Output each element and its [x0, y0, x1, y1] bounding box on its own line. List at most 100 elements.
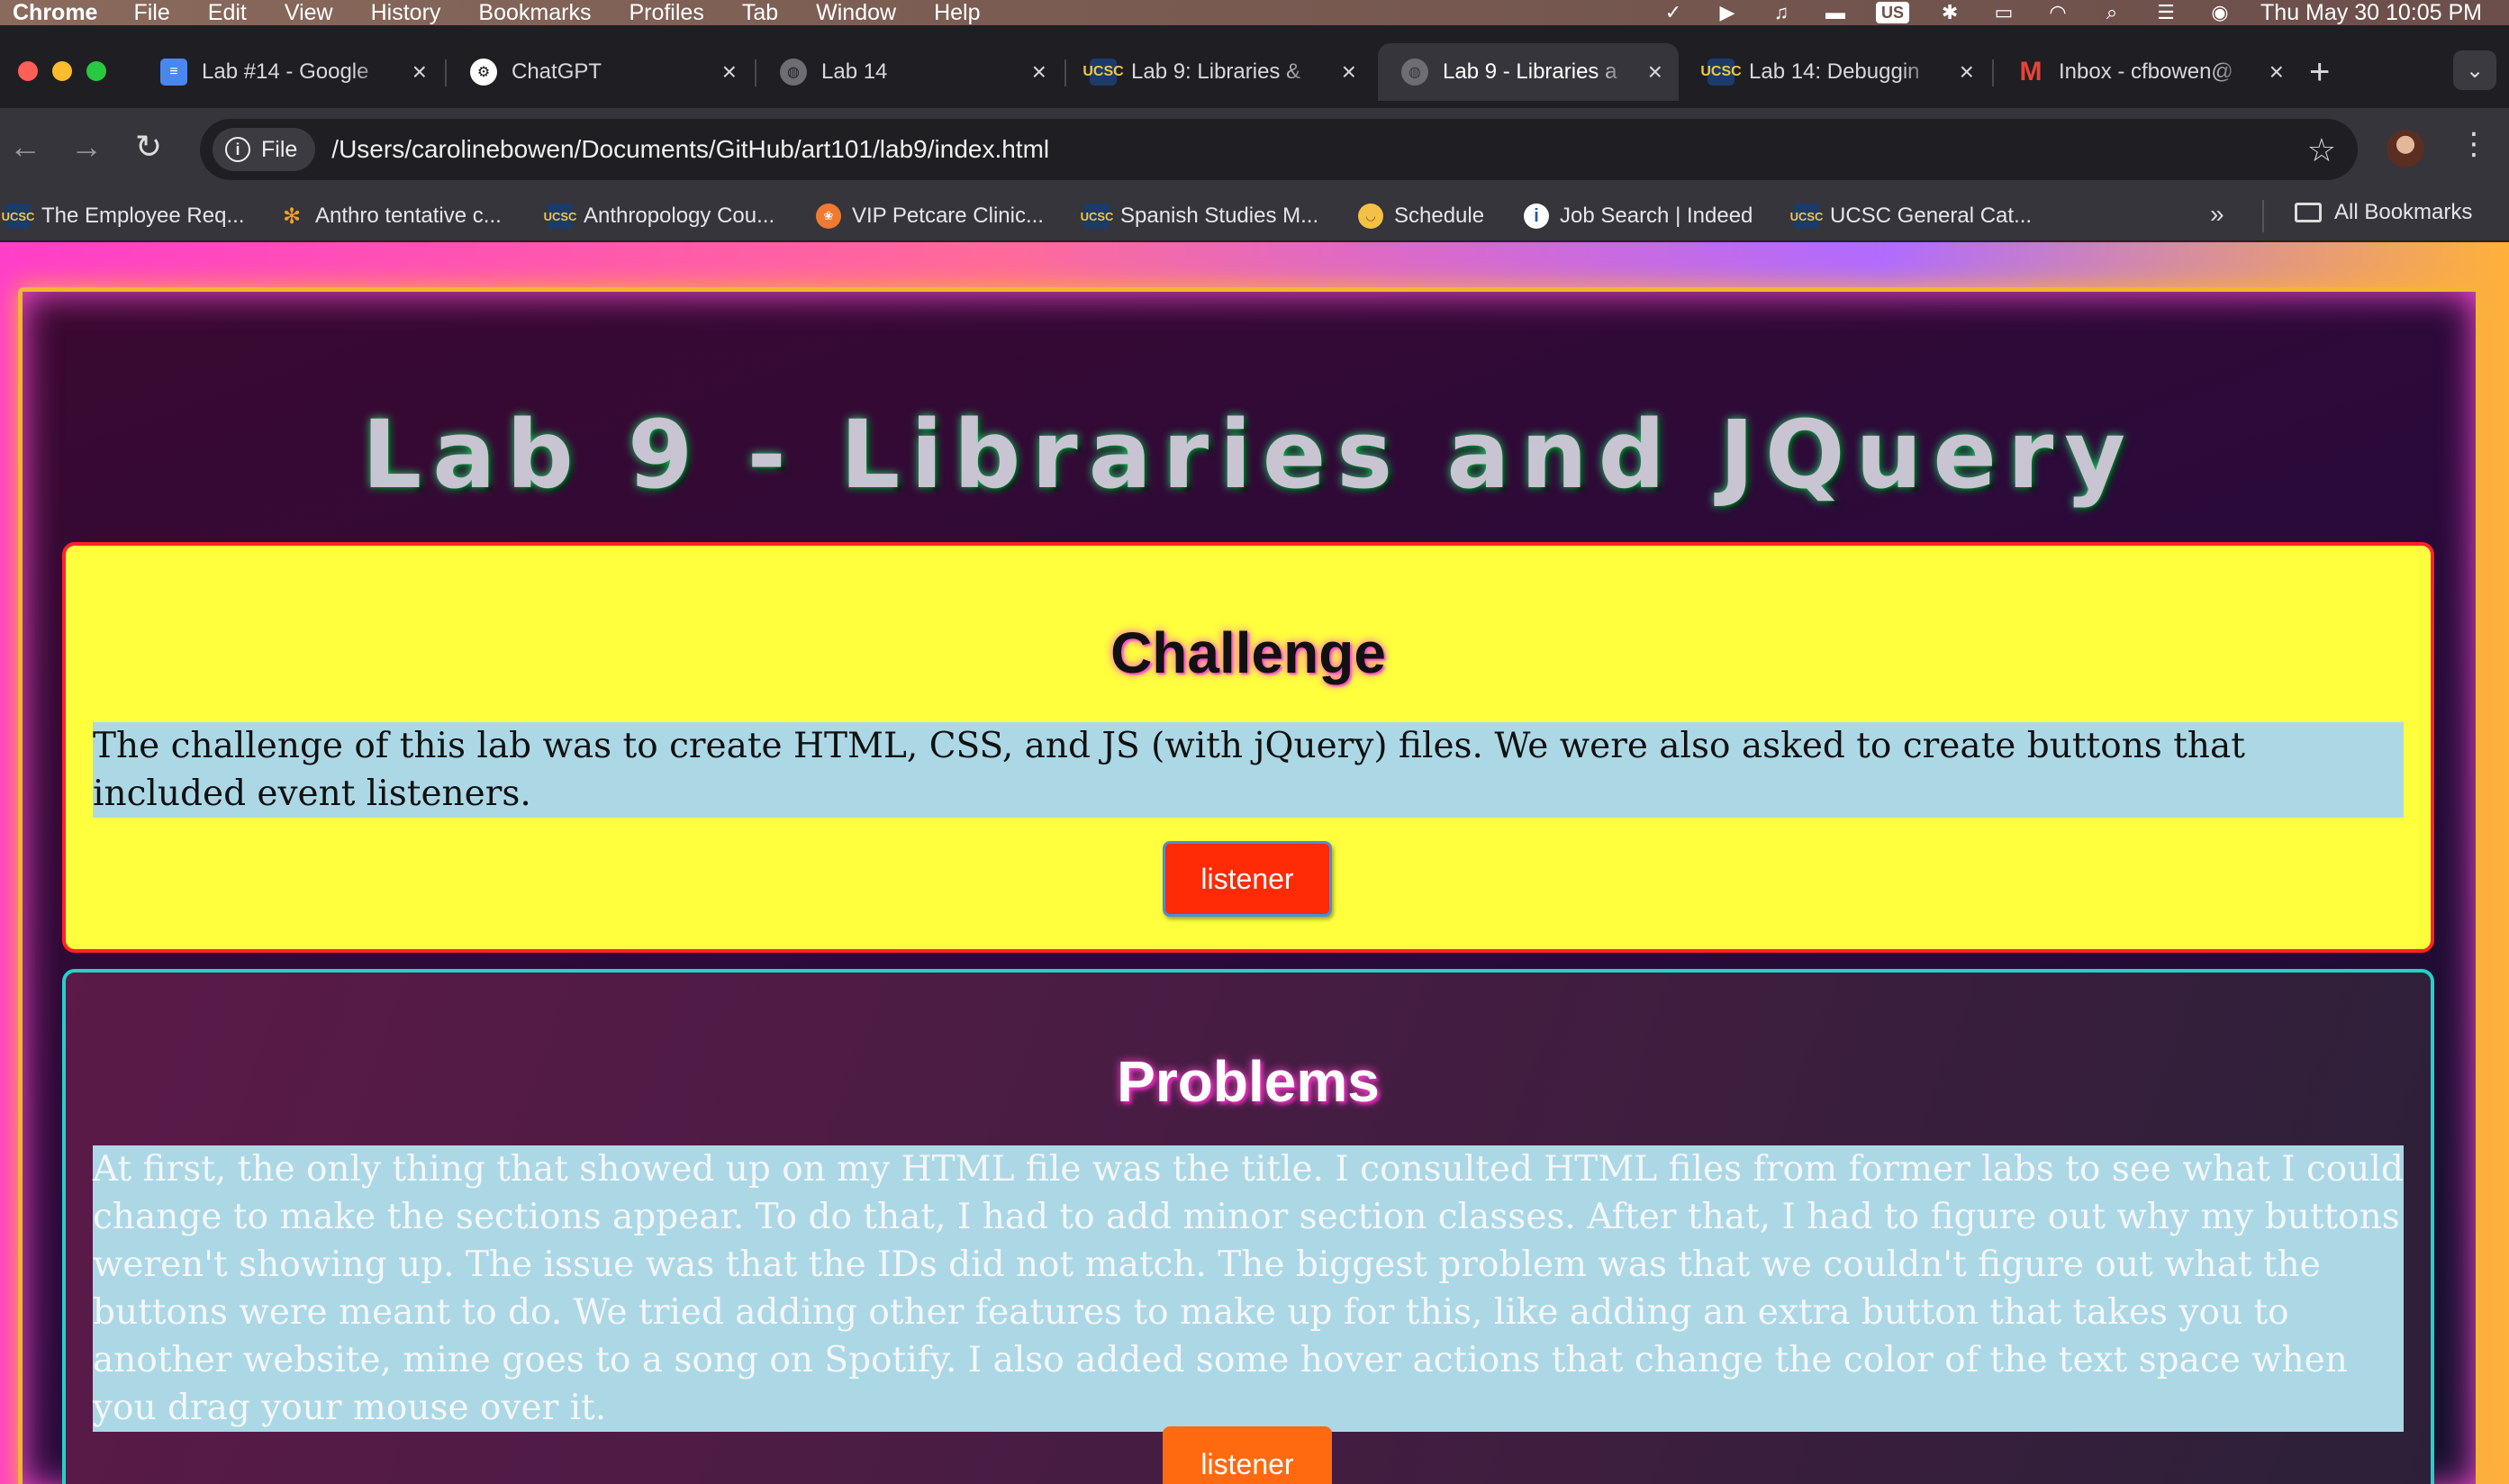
- smile-icon: ◡: [1358, 204, 1383, 229]
- all-bookmarks-button[interactable]: All Bookmarks: [2295, 200, 2472, 225]
- play-circle-icon[interactable]: ▶: [1714, 1, 1741, 23]
- profile-avatar[interactable]: [2387, 130, 2424, 167]
- close-tab-icon[interactable]: ×: [1648, 58, 1662, 86]
- bookmark-label: Job Search | Indeed: [1560, 204, 1753, 228]
- folder-icon: [2295, 203, 2322, 222]
- address-bar[interactable]: i File /Users/carolinebowen/Documents/Gi…: [200, 119, 2358, 180]
- chatgpt-icon: ⚙: [470, 59, 497, 86]
- tab-title: Lab 14: Debuggin: [1749, 59, 1920, 84]
- close-tab-icon[interactable]: ×: [1342, 58, 1356, 86]
- bookmark-indeed[interactable]: i Job Search | Indeed: [1524, 200, 1753, 232]
- bookmark-anthropology-cou[interactable]: UCSC Anthropology Cou...: [544, 200, 775, 232]
- bookmark-employee-req[interactable]: UCSC The Employee Req...: [2, 200, 245, 232]
- ucsc-icon: UCSC: [1790, 204, 1823, 229]
- input-source-badge[interactable]: US: [1876, 2, 1910, 23]
- tab-title: ChatGPT: [512, 59, 602, 84]
- tab-lab14[interactable]: ◍ Lab 14 ×: [756, 43, 1063, 101]
- challenge-section: Challenge The challenge of this lab was …: [62, 542, 2434, 953]
- globe-icon: ◍: [780, 59, 807, 86]
- bed-icon[interactable]: ▬: [1822, 1, 1849, 23]
- app-menu-chrome[interactable]: Chrome: [13, 0, 97, 26]
- more-bookmarks-chevron-icon[interactable]: »: [2210, 200, 2224, 229]
- bookmark-label: Spanish Studies M...: [1120, 204, 1319, 228]
- bookmark-ucsc-general-cat[interactable]: UCSC UCSC General Cat...: [1790, 200, 2033, 232]
- problems-section: Problems At first, the only thing that s…: [62, 969, 2434, 1484]
- close-tab-icon[interactable]: ×: [1032, 58, 1046, 86]
- page-frame: Lab 9 - Libraries and JQuery Challenge T…: [18, 287, 2480, 1484]
- challenge-listener-button[interactable]: listener: [1163, 841, 1332, 917]
- globe-icon: ◍: [1401, 59, 1428, 86]
- tab-chatgpt[interactable]: ⚙ ChatGPT ×: [447, 43, 753, 101]
- challenge-text: The challenge of this lab was to create …: [93, 722, 2404, 818]
- menu-view[interactable]: View: [285, 0, 333, 26]
- tab-search-chevron-icon[interactable]: ⌄: [2453, 50, 2496, 90]
- menu-clock[interactable]: Thu May 30 10:05 PM: [2260, 0, 2482, 26]
- menu-bookmarks[interactable]: Bookmarks: [478, 0, 591, 26]
- google-docs-icon: ≡: [160, 59, 187, 86]
- close-window-button[interactable]: [18, 61, 38, 81]
- siri-icon[interactable]: ◉: [2206, 1, 2233, 23]
- tab-gmail-inbox[interactable]: M Inbox - cfbowen@ ×: [1994, 43, 2300, 101]
- menu-window[interactable]: Window: [816, 0, 896, 26]
- menu-profiles[interactable]: Profiles: [629, 0, 703, 26]
- tab-lab9-canvas[interactable]: UCSC Lab 9: Libraries & ×: [1066, 43, 1372, 101]
- gmail-icon: M: [2019, 57, 2043, 86]
- site-info-label: File: [261, 136, 298, 162]
- control-center-icon[interactable]: ☰: [2152, 1, 2179, 23]
- page-title: Lab 9 - Libraries and JQuery: [361, 400, 2137, 510]
- battery-icon[interactable]: ▭: [1990, 1, 2017, 23]
- menu-file[interactable]: File: [133, 0, 169, 26]
- forward-arrow-icon[interactable]: →: [70, 128, 103, 166]
- close-tab-icon[interactable]: ×: [1960, 58, 1974, 86]
- web-page-viewport: Lab 9 - Libraries and JQuery Challenge T…: [0, 242, 2509, 1484]
- airpods-icon[interactable]: ♫: [1768, 1, 1795, 23]
- url-text[interactable]: /Users/carolinebowen/Documents/GitHub/ar…: [331, 135, 1049, 164]
- menu-tab[interactable]: Tab: [742, 0, 778, 26]
- bookmark-label: UCSC General Cat...: [1830, 204, 2033, 228]
- close-tab-icon[interactable]: ×: [722, 58, 737, 86]
- menu-help[interactable]: Help: [934, 0, 980, 26]
- ucsc-icon: UCSC: [1700, 59, 1742, 86]
- tab-title: Lab 9 - Libraries a: [1443, 59, 1617, 84]
- pinwheel-icon: ✻: [282, 204, 302, 229]
- bookmark-vip-petcare[interactable]: ❀ VIP Petcare Clinic...: [816, 200, 1044, 232]
- bookmarks-divider: [2262, 200, 2264, 232]
- close-tab-icon[interactable]: ×: [2269, 58, 2284, 86]
- challenge-heading: Challenge: [1110, 620, 1386, 685]
- tab-title: Lab #14 - Google: [202, 59, 369, 84]
- bookmark-schedule[interactable]: ◡ Schedule: [1358, 200, 1484, 232]
- problems-listener-button[interactable]: listener: [1163, 1426, 1332, 1484]
- ucsc-icon: UCSC: [544, 204, 576, 229]
- tab-title: Lab 9: Libraries &: [1131, 59, 1301, 84]
- tab-lab9-libraries-active[interactable]: ◍ Lab 9 - Libraries a ×: [1378, 43, 1679, 101]
- minimize-window-button[interactable]: [52, 61, 72, 81]
- bookmark-anthro-tentative[interactable]: ✻ Anthro tentative c...: [279, 200, 502, 232]
- bookmark-label: Anthro tentative c...: [315, 204, 502, 228]
- more-menu-icon[interactable]: ⋮: [2459, 126, 2489, 162]
- spotlight-search-icon[interactable]: ⌕: [2098, 1, 2125, 23]
- bluetooth-icon[interactable]: ✱: [1936, 1, 1963, 23]
- bookmark-label: The Employee Req...: [41, 204, 245, 228]
- close-tab-icon[interactable]: ×: [412, 58, 427, 86]
- bookmark-spanish-studies[interactable]: UCSC Spanish Studies M...: [1081, 200, 1319, 232]
- ucsc-icon: UCSC: [1081, 204, 1113, 229]
- menu-history[interactable]: History: [371, 0, 441, 26]
- tab-title: Lab 14: [821, 59, 888, 84]
- tab-title: Inbox - cfbowen@: [2059, 59, 2233, 84]
- info-icon: i: [225, 137, 250, 162]
- reload-icon[interactable]: ↻: [135, 128, 162, 166]
- wifi-icon[interactable]: ◠: [2044, 1, 2071, 23]
- back-arrow-icon[interactable]: ←: [9, 128, 41, 166]
- site-info-chip[interactable]: i File: [213, 128, 316, 171]
- ucsc-icon: UCSC: [1082, 59, 1124, 86]
- tab-lab14-google[interactable]: ≡ Lab #14 - Google ×: [137, 43, 443, 101]
- checkmark-circle-icon[interactable]: ✓: [1660, 1, 1687, 23]
- new-tab-button[interactable]: +: [2309, 52, 2330, 93]
- problems-text: At first, the only thing that showed up …: [93, 1145, 2404, 1432]
- zoom-window-button[interactable]: [86, 61, 106, 81]
- tab-lab14-debugging[interactable]: UCSC Lab 14: Debuggin ×: [1684, 43, 1990, 101]
- menu-edit[interactable]: Edit: [208, 0, 247, 26]
- bookmark-label: Anthropology Cou...: [584, 204, 775, 228]
- bookmark-star-icon[interactable]: ☆: [2307, 131, 2336, 169]
- bookmark-label: Schedule: [1394, 204, 1485, 228]
